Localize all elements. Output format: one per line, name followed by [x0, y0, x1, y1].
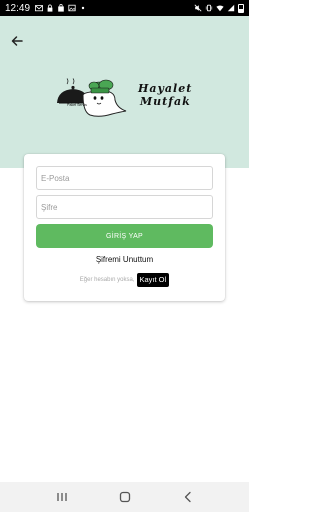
- home-icon: [119, 491, 130, 503]
- back-button[interactable]: [8, 32, 26, 50]
- mute-icon: [194, 4, 202, 12]
- register-row: Eğer hesabın yoksa, Kayıt Ol: [24, 273, 225, 287]
- signal-icon: [227, 4, 235, 12]
- arrow-left-icon: [11, 36, 23, 46]
- register-hint: Eğer hesabın yoksa,: [79, 277, 135, 283]
- forgot-password-link[interactable]: Şifremi Unuttum: [24, 255, 225, 264]
- logo-caption: Paket Servis: [67, 103, 87, 107]
- system-nav-bar: [0, 482, 249, 512]
- ghost-chef-logo-icon: [57, 78, 127, 117]
- back-chevron-icon: [184, 491, 191, 503]
- app-logo: Paket Servis Hayalet Mutfak: [54, 78, 196, 122]
- register-button[interactable]: Kayıt Ol: [136, 273, 170, 287]
- vibrate-icon: [205, 4, 213, 12]
- dot-icon: [81, 6, 85, 10]
- login-button[interactable]: GİRİŞ YAP: [36, 224, 213, 248]
- email-field[interactable]: [36, 166, 213, 190]
- home-button[interactable]: [117, 489, 133, 505]
- battery-icon: [238, 3, 244, 13]
- gmail-icon: [35, 5, 44, 12]
- logo-wordmark: Hayalet Mutfak: [138, 82, 198, 108]
- shopping-bag-icon: [58, 4, 64, 12]
- recents-button[interactable]: [54, 489, 70, 505]
- logo-line-1: Hayalet: [138, 82, 193, 95]
- wifi-icon: [216, 5, 224, 12]
- image-icon: [68, 4, 76, 12]
- logo-line-2: Mutfak: [140, 95, 191, 108]
- nav-back-button[interactable]: [180, 489, 196, 505]
- system-icons: [194, 3, 244, 13]
- status-time: 12:49: [5, 2, 31, 14]
- notification-icons: [35, 4, 87, 12]
- password-field[interactable]: [36, 195, 213, 219]
- login-card: GİRİŞ YAP Şifremi Unuttum Eğer hesabın y…: [24, 154, 225, 301]
- lock-icon: [47, 4, 53, 12]
- recents-icon: [56, 493, 67, 501]
- status-bar: 12:49: [0, 0, 249, 16]
